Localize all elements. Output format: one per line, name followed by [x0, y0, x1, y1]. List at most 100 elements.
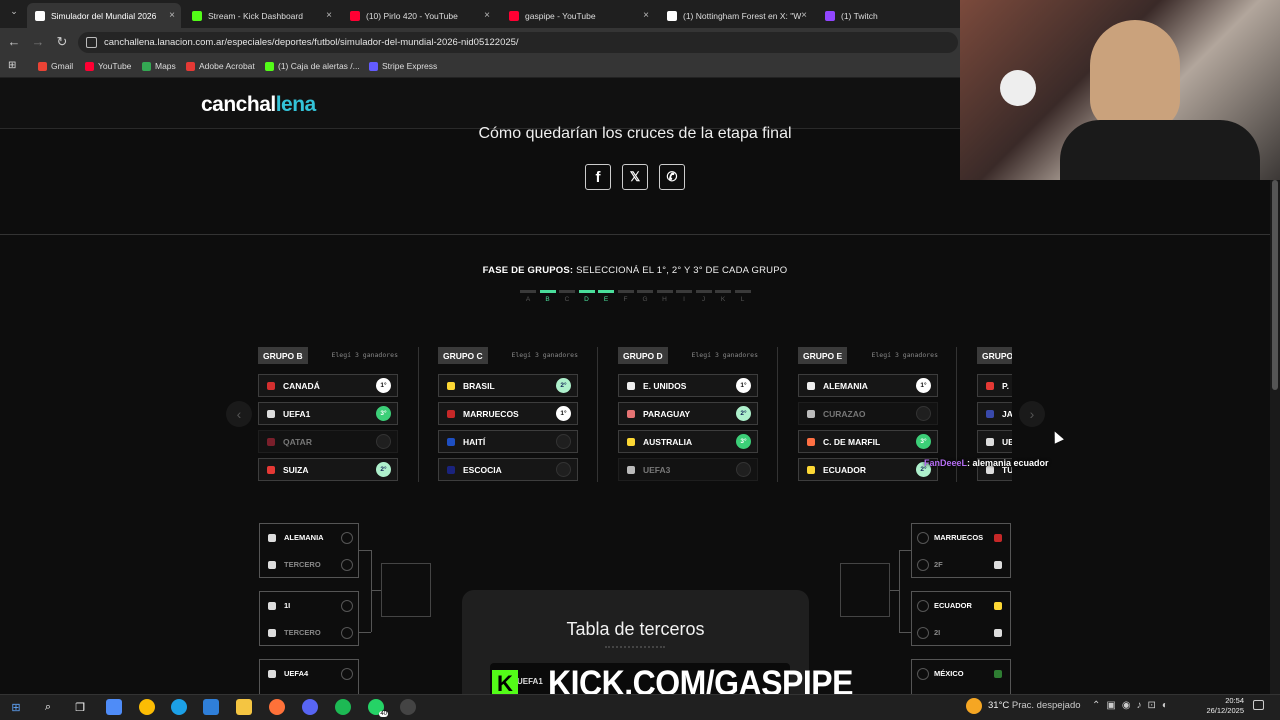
- facebook-share-button[interactable]: f: [585, 164, 611, 190]
- bracket-match[interactable]: MÉXICO: [911, 659, 1011, 695]
- bracket-match[interactable]: 1I TERCERO: [259, 591, 359, 646]
- team-option[interactable]: SUIZA 2°: [258, 458, 398, 481]
- close-tab-icon[interactable]: ×: [326, 10, 332, 21]
- apps-grid-icon[interactable]: ⊞: [8, 60, 16, 71]
- site-logo[interactable]: canchallena: [201, 93, 316, 117]
- bracket-match[interactable]: UEFA4: [259, 659, 359, 695]
- bracket-slot[interactable]: ECUADOR: [912, 592, 1010, 619]
- browser-tab[interactable]: Stream - Kick Dashboard ×: [184, 3, 338, 28]
- bracket-slot[interactable]: MARRUECOS: [912, 524, 1010, 551]
- rank-badge[interactable]: 1°: [556, 406, 571, 421]
- browser-tab[interactable]: gaspipe - YouTube ×: [501, 3, 655, 28]
- system-clock[interactable]: 20:54 26/12/2025: [1196, 696, 1244, 716]
- task-view-icon[interactable]: ❐: [72, 699, 88, 715]
- select-circle[interactable]: [917, 626, 929, 639]
- scrollbar-thumb[interactable]: [1272, 180, 1278, 390]
- bracket-slot[interactable]: MÉXICO: [912, 660, 1010, 687]
- progress-segment[interactable]: [617, 290, 634, 293]
- browser-tab[interactable]: (1) Twitch: [817, 3, 957, 28]
- select-circle[interactable]: [341, 599, 353, 612]
- team-option[interactable]: E. UNIDOS 1°: [618, 374, 758, 397]
- bookmark-item[interactable]: YouTube: [85, 61, 131, 71]
- select-circle[interactable]: [917, 531, 929, 544]
- firefox-icon[interactable]: [269, 699, 285, 715]
- tab-search-icon[interactable]: ⌄: [6, 6, 22, 17]
- forward-icon[interactable]: →: [30, 34, 46, 49]
- rank-badge[interactable]: 3°: [916, 434, 931, 449]
- close-tab-icon[interactable]: ×: [643, 10, 649, 21]
- rank-badge[interactable]: [916, 406, 931, 421]
- progress-segment[interactable]: [539, 290, 556, 293]
- progress-segment[interactable]: [598, 290, 614, 293]
- system-tray-icons[interactable]: ⌃▣◉♪⊡◐: [1092, 700, 1174, 711]
- rank-badge[interactable]: 2°: [556, 378, 571, 393]
- team-option[interactable]: ALEMANIA 1°: [798, 374, 938, 397]
- team-option[interactable]: P.: [977, 374, 1012, 397]
- team-option[interactable]: QATAR: [258, 430, 398, 453]
- rank-badge[interactable]: 2°: [736, 406, 751, 421]
- progress-segment[interactable]: [715, 290, 731, 293]
- search-icon[interactable]: ⌕: [40, 699, 56, 715]
- rank-badge[interactable]: [736, 462, 751, 477]
- rank-badge[interactable]: [556, 434, 571, 449]
- whatsapp-share-button[interactable]: ✆: [659, 164, 685, 190]
- select-circle[interactable]: [341, 667, 353, 680]
- x-share-button[interactable]: 𝕏: [622, 164, 648, 190]
- rank-badge[interactable]: [556, 462, 571, 477]
- bookmark-item[interactable]: Stripe Express: [369, 61, 437, 71]
- site-info-icon[interactable]: [86, 37, 97, 48]
- bracket-slot[interactable]: 2I: [912, 619, 1010, 646]
- select-circle[interactable]: [917, 599, 929, 612]
- browser-tab[interactable]: Simulador del Mundial 2026 ×: [27, 3, 181, 28]
- bracket-match-empty[interactable]: [381, 563, 431, 617]
- team-option[interactable]: MARRUECOS 1°: [438, 402, 578, 425]
- team-option[interactable]: CURAZAO: [798, 402, 938, 425]
- team-option[interactable]: ESCOCIA: [438, 458, 578, 481]
- bracket-match[interactable]: ECUADOR 2I: [911, 591, 1011, 646]
- team-option[interactable]: HAITÍ: [438, 430, 578, 453]
- team-option[interactable]: UE: [977, 430, 1012, 453]
- bracket-match-empty[interactable]: [840, 563, 890, 617]
- carousel-next-button[interactable]: ›: [1019, 401, 1045, 427]
- bookmark-item[interactable]: (1) Caja de alertas /...: [265, 61, 360, 71]
- bracket-slot[interactable]: 2F: [912, 551, 1010, 578]
- url-input[interactable]: canchallena.lanacion.com.ar/especiales/d…: [78, 32, 958, 53]
- team-option[interactable]: C. DE MARFIL 3°: [798, 430, 938, 453]
- back-icon[interactable]: ←: [6, 34, 22, 49]
- windows-start-icon[interactable]: ⊞: [8, 699, 24, 715]
- bracket-slot[interactable]: UEFA4: [260, 660, 358, 687]
- spotify-icon[interactable]: [335, 699, 351, 715]
- team-option[interactable]: CANADÁ 1°: [258, 374, 398, 397]
- file-explorer-icon[interactable]: [236, 699, 252, 715]
- progress-segment[interactable]: [734, 290, 751, 293]
- bracket-slot[interactable]: 1I: [260, 592, 358, 619]
- browser-tab[interactable]: (10) Pirlo 420 - YouTube ×: [342, 3, 496, 28]
- progress-segment[interactable]: [695, 290, 712, 293]
- rank-badge[interactable]: 3°: [376, 406, 391, 421]
- select-circle[interactable]: [917, 558, 929, 571]
- obs-icon[interactable]: [400, 699, 416, 715]
- close-tab-icon[interactable]: ×: [484, 10, 490, 21]
- team-option[interactable]: AUSTRALIA 3°: [618, 430, 758, 453]
- select-circle[interactable]: [917, 667, 929, 680]
- team-option[interactable]: JA: [977, 402, 1012, 425]
- progress-segment[interactable]: [637, 290, 653, 293]
- browser-tab[interactable]: (1) Nottingham Forest en X: "W ×: [659, 3, 813, 28]
- team-option[interactable]: UEFA1 3°: [258, 402, 398, 425]
- carousel-prev-button[interactable]: ‹: [226, 401, 252, 427]
- store-icon[interactable]: [203, 699, 219, 715]
- bookmark-item[interactable]: Gmail: [38, 61, 73, 71]
- team-option[interactable]: ECUADOR 2°: [798, 458, 938, 481]
- progress-segment[interactable]: [676, 290, 692, 293]
- bracket-match[interactable]: MARRUECOS 2F: [911, 523, 1011, 578]
- progress-segment[interactable]: [559, 290, 575, 293]
- rank-badge[interactable]: 1°: [916, 378, 931, 393]
- bookmark-item[interactable]: Maps: [142, 61, 176, 71]
- close-tab-icon[interactable]: ×: [801, 10, 807, 21]
- bracket-slot[interactable]: TERCERO: [260, 551, 358, 578]
- weather-icon[interactable]: [966, 698, 982, 714]
- progress-segment[interactable]: [578, 290, 595, 293]
- bracket-match[interactable]: ALEMANIA TERCERO: [259, 523, 359, 578]
- team-option[interactable]: PARAGUAY 2°: [618, 402, 758, 425]
- select-circle[interactable]: [341, 531, 353, 544]
